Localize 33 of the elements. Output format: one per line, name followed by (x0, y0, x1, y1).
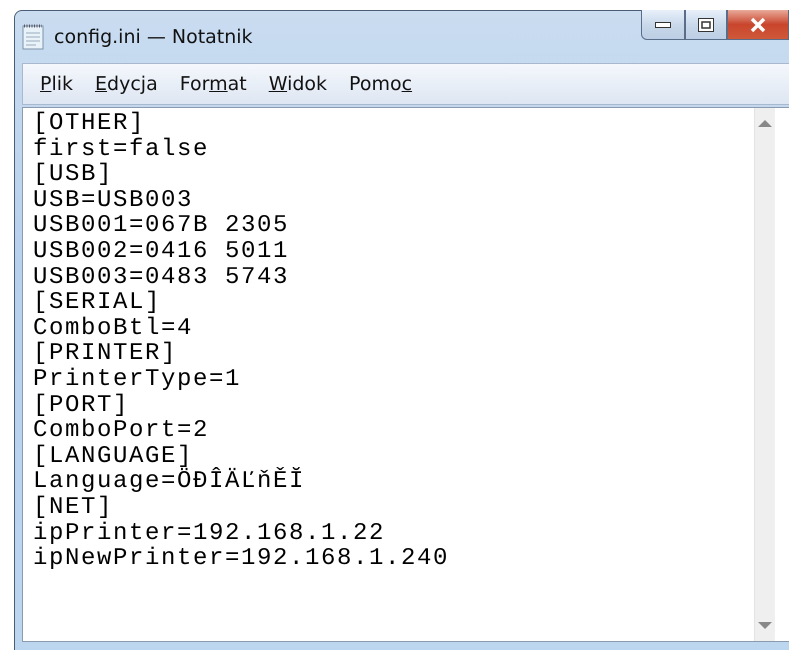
text-line: ComboBtl=4 (33, 316, 194, 342)
text-line: USB001=067B 2305 (33, 213, 290, 239)
text-line: ipNewPrinter=192.168.1.240 (33, 546, 450, 572)
text-line: ipPrinter=192.168.1.22 (33, 520, 386, 546)
scroll-down-icon[interactable] (758, 622, 772, 629)
text-line: Language=ÖĐÎÄĽňĚĬ (33, 469, 306, 495)
maximize-icon (698, 18, 714, 32)
text-line: USB003=0483 5743 (33, 264, 290, 290)
scrollbar[interactable] (754, 108, 775, 641)
text-line: USB002=0416 5011 (33, 238, 290, 265)
text-line: [USB] (33, 162, 114, 188)
maximize-button[interactable] (685, 10, 727, 40)
text-line: USB=USB003 (33, 188, 194, 214)
scroll-up-icon[interactable] (758, 120, 772, 127)
text-line: [NET] (33, 494, 114, 520)
text-line: [OTHER] (33, 111, 146, 137)
menu-item[interactable]: Widok (258, 71, 338, 97)
minimize-button[interactable] (641, 10, 685, 40)
notepad-icon (22, 24, 44, 50)
close-icon (749, 16, 767, 32)
text-line: first=false (33, 136, 210, 162)
text-line: PrinterType=1 (33, 366, 242, 393)
menu-item[interactable]: Pomoc (338, 71, 424, 97)
window-title: config.ini — Notatnik (54, 26, 253, 48)
text-line: [PRINTER] (33, 341, 178, 367)
text-line: [PORT] (33, 392, 130, 418)
minimize-icon (655, 22, 671, 28)
text-line: ComboPort=2 (33, 418, 210, 444)
text-line: [SERIAL] (33, 290, 162, 316)
menu-item[interactable]: Format (168, 71, 258, 97)
menu-item[interactable]: Edycja (84, 71, 169, 97)
menu-item[interactable]: Plik (29, 71, 84, 97)
close-button[interactable] (727, 10, 789, 40)
